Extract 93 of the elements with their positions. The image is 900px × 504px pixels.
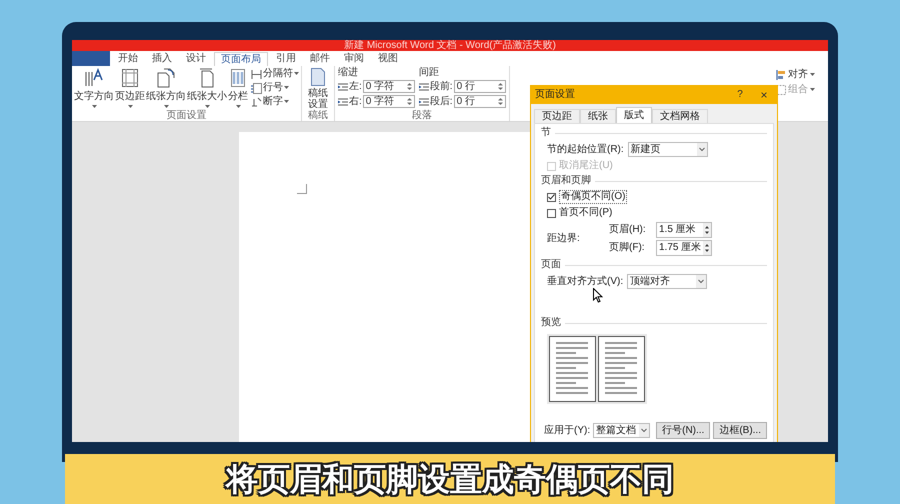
text-direction-icon bbox=[84, 68, 104, 88]
spin-field[interactable]: 0 字符 bbox=[362, 95, 415, 108]
ribbon-button[interactable]: 行号 bbox=[251, 82, 299, 94]
dropdown-field[interactable]: 顶端对齐 bbox=[627, 274, 708, 289]
field-label: 节的起始位置(R): bbox=[547, 144, 624, 156]
spinner-arrows-icon bbox=[498, 97, 503, 106]
field-label: 左: bbox=[349, 80, 362, 92]
spinner-arrows-icon bbox=[703, 223, 711, 237]
close-button[interactable]: × bbox=[755, 89, 773, 101]
ribbon-button[interactable]: 文字方向 bbox=[74, 66, 114, 110]
dialog-title: 页面设置 bbox=[535, 89, 576, 101]
ribbon-tab[interactable]: 设计 bbox=[180, 52, 212, 66]
field-label: 段后: bbox=[430, 96, 453, 108]
caret-icon bbox=[810, 73, 815, 77]
caret-icon bbox=[92, 105, 96, 109]
dialog-tab[interactable]: 版式 bbox=[616, 107, 652, 123]
dialog-tab[interactable]: 页边距 bbox=[534, 109, 580, 123]
ribbon-button[interactable]: 分栏 bbox=[228, 66, 248, 110]
hyphen-icon bbox=[251, 97, 262, 107]
caret-icon bbox=[294, 72, 299, 76]
ribbon-tab[interactable]: 开始 bbox=[112, 52, 144, 66]
field-label: 段前: bbox=[430, 80, 453, 92]
ribbon-button[interactable]: 页边距 bbox=[115, 66, 145, 110]
section-heading: 预览 bbox=[541, 317, 561, 329]
indent-icon bbox=[338, 96, 348, 106]
field-label: 垂直对齐方式(V): bbox=[547, 276, 624, 288]
chevron-down-icon bbox=[639, 424, 650, 437]
draft-paper-button[interactable]: 稿纸设置 bbox=[305, 66, 331, 110]
group-heading: 缩进 bbox=[338, 67, 359, 78]
chevron-down-icon bbox=[696, 275, 706, 288]
dialog-tab[interactable]: 纸张 bbox=[580, 109, 616, 123]
ribbon-button[interactable]: 断字 bbox=[251, 96, 299, 108]
spinner-arrows-icon bbox=[406, 82, 412, 91]
caret-icon bbox=[284, 86, 289, 90]
ribbon-tab[interactable]: 邮件 bbox=[304, 52, 336, 66]
dropdown-field[interactable]: 整篇文档 bbox=[593, 423, 650, 438]
chevron-down-icon bbox=[696, 143, 707, 156]
separator-icon bbox=[251, 70, 262, 78]
caption: 将页眉和页脚设置成奇偶页不同 bbox=[226, 461, 674, 497]
spacing-icon bbox=[418, 82, 429, 92]
ribbon-button[interactable]: 纸张大小 bbox=[187, 66, 227, 110]
field-label: 右: bbox=[349, 96, 362, 108]
dropdown-field[interactable]: 新建页 bbox=[628, 142, 708, 157]
mouse-cursor-icon bbox=[593, 288, 603, 303]
ribbon-button[interactable]: 对齐 bbox=[776, 69, 824, 81]
section-heading: 页眉和页脚 bbox=[541, 175, 591, 187]
field-label: 距边界: bbox=[547, 233, 581, 245]
ribbon-button[interactable]: 纸张方向 bbox=[146, 66, 186, 110]
dialog-button[interactable]: 边框(B)... bbox=[713, 422, 767, 439]
spin-field[interactable]: 0 字符 bbox=[362, 80, 415, 93]
caret-icon bbox=[236, 105, 240, 109]
caret-icon bbox=[128, 105, 132, 109]
field-label: 应用于(Y): bbox=[544, 424, 590, 436]
checkbox[interactable] bbox=[547, 208, 556, 218]
group-label: 页面设置 bbox=[166, 110, 208, 121]
ribbon-tab[interactable]: 页面布局 bbox=[214, 52, 268, 66]
spin-field[interactable]: 1.75 厘米 bbox=[656, 240, 712, 256]
indent-icon bbox=[338, 82, 348, 92]
spinner-arrows-icon bbox=[498, 82, 503, 91]
spin-field[interactable]: 0 行 bbox=[454, 95, 506, 108]
caret-icon bbox=[164, 105, 168, 109]
group-label: 稿纸 bbox=[307, 110, 329, 121]
line-number-icon bbox=[251, 82, 262, 94]
ribbon-button[interactable]: 分隔符 bbox=[251, 68, 299, 80]
checkbox-label: 取消尾注(U) bbox=[559, 160, 613, 172]
ribbon-tab[interactable]: 插入 bbox=[146, 52, 178, 66]
dialog-tab[interactable]: 文档网格 bbox=[652, 109, 708, 123]
align-icon bbox=[776, 70, 786, 80]
dialog-button[interactable]: 行号(N)... bbox=[656, 422, 710, 439]
section-heading: 页面 bbox=[541, 259, 561, 271]
group-label: 段落 bbox=[410, 110, 433, 121]
ribbon-tab[interactable]: 引用 bbox=[270, 52, 302, 66]
spin-field[interactable]: 1.5 厘米 bbox=[656, 222, 712, 238]
document-icon bbox=[311, 68, 325, 86]
spacing-icon bbox=[418, 96, 429, 106]
field-label: 页脚(F): bbox=[609, 242, 646, 254]
caret-icon bbox=[284, 100, 289, 104]
group-heading: 间距 bbox=[418, 67, 440, 78]
group-icon bbox=[776, 85, 786, 95]
ribbon-tab[interactable]: 审阅 bbox=[338, 52, 370, 66]
spinner-arrows-icon bbox=[406, 97, 412, 106]
ribbon-tab[interactable]: 视图 bbox=[372, 52, 404, 66]
section-heading: 节 bbox=[541, 127, 551, 139]
help-button[interactable]: ? bbox=[731, 89, 749, 101]
margin-mark bbox=[297, 184, 307, 194]
field-label: 页眉(H): bbox=[609, 224, 647, 236]
checkbox[interactable] bbox=[547, 192, 556, 202]
caret-icon bbox=[810, 88, 815, 92]
checkbox-label: 奇偶页不同(O) bbox=[559, 190, 628, 204]
caret-icon bbox=[204, 105, 210, 109]
spin-field[interactable]: 0 行 bbox=[454, 80, 506, 93]
checkbox-label: 首页不同(P) bbox=[559, 207, 612, 219]
spinner-arrows-icon bbox=[703, 241, 712, 255]
